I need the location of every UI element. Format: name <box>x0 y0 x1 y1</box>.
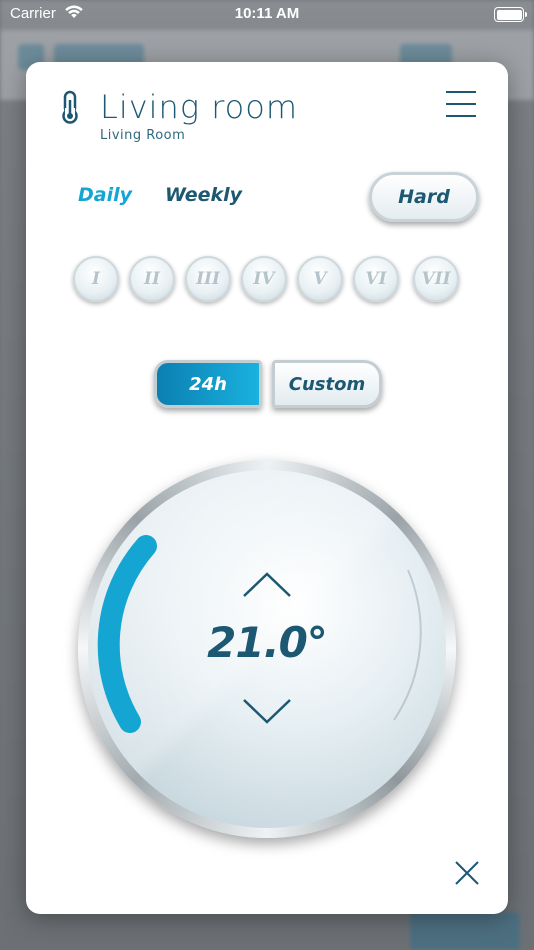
day-button-6[interactable]: VI <box>353 256 399 302</box>
range-24h-button[interactable]: 24h <box>154 360 262 408</box>
clock: 10:11 AM <box>234 5 300 22</box>
day-button-1[interactable]: I <box>73 256 119 302</box>
hamburger-menu-icon[interactable] <box>444 88 478 120</box>
background-tab <box>410 912 520 950</box>
day-selector: I II III IV V VI VII <box>73 256 473 304</box>
day-button-2[interactable]: II <box>129 256 175 302</box>
chevron-down-icon[interactable] <box>241 696 293 726</box>
chevron-up-icon[interactable] <box>241 570 293 600</box>
room-title: Living room <box>100 88 298 126</box>
tab-weekly[interactable]: Weekly <box>165 184 242 206</box>
thermometer-icon <box>62 90 78 124</box>
tab-daily[interactable]: Daily <box>78 184 132 206</box>
day-button-7[interactable]: VII <box>413 256 459 302</box>
day-button-5[interactable]: V <box>297 256 343 302</box>
temperature-value: 21.0° <box>207 618 328 667</box>
room-subtitle: Living Room <box>100 128 186 143</box>
thermostat-modal: Living room Living Room Daily Weekly Har… <box>26 62 508 914</box>
range-custom-button[interactable]: Custom <box>272 360 382 408</box>
battery-icon <box>494 7 527 22</box>
mode-button[interactable]: Hard <box>369 172 479 222</box>
day-button-4[interactable]: IV <box>241 256 287 302</box>
day-button-3[interactable]: III <box>185 256 231 302</box>
status-bar: Carrier 10:11 AM <box>0 0 534 30</box>
thermostat-dial[interactable]: 21.0° <box>78 460 456 838</box>
close-icon[interactable] <box>454 860 480 886</box>
